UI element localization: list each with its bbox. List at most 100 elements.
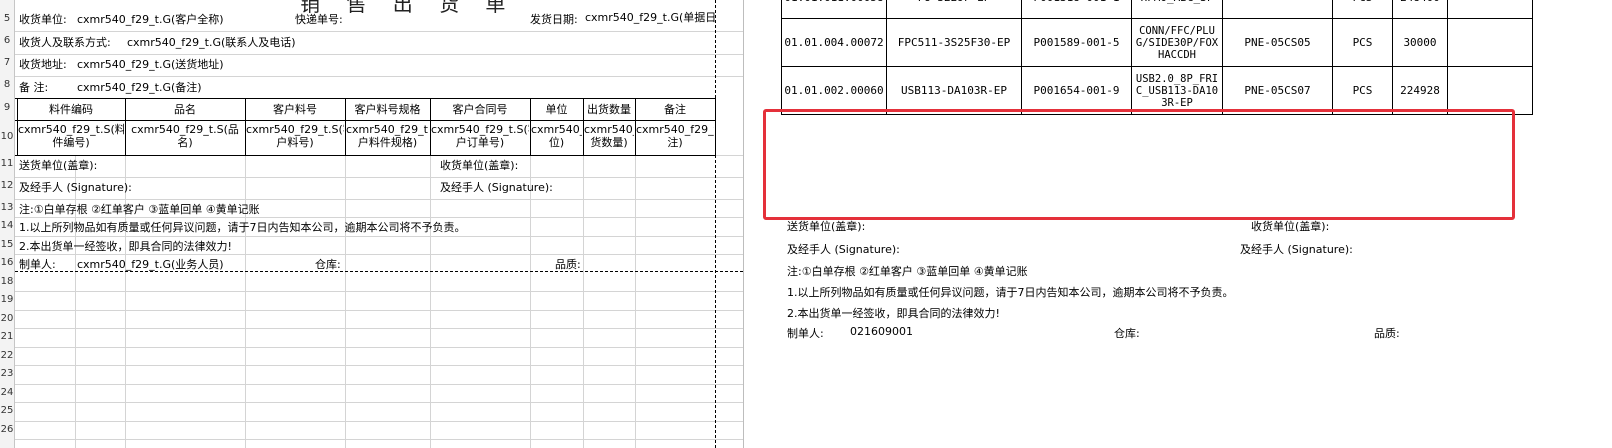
preview-cell: P001589-001-5 — [1021, 18, 1132, 67]
row-number[interactable]: 18 — [0, 276, 14, 287]
label-warehouse[interactable]: 仓库: — [315, 258, 341, 271]
row-number[interactable]: 20 — [0, 313, 14, 324]
row-headers: 5 6 7 8 9 10 11 12 13 14 15 16 18 19 20 … — [0, 0, 15, 448]
label-receiver-unit[interactable]: 收货单位: — [19, 13, 67, 26]
preview-cell: 01.01.011.00058 — [781, 0, 887, 19]
row-number[interactable]: 22 — [0, 350, 14, 361]
note-line-2[interactable]: 2.本出货单一经签收，即具合同的法律效力! — [19, 240, 232, 253]
preview-send-unit: 送货单位(盖章): — [787, 220, 866, 233]
preview-cell: CONN/FFC/PLUG/SIDE30P/FOXHACCDH — [1131, 18, 1223, 67]
cell-maker[interactable]: cxmr540_f29_t.G(业务人员) — [77, 258, 224, 271]
label-address[interactable]: 收货地址: — [19, 58, 67, 71]
preview-cell: PCS — [1332, 18, 1393, 67]
preview-cell: 224928 — [1392, 66, 1448, 115]
cell-remark[interactable]: cxmr540_f29_t.G(备注) — [77, 81, 202, 94]
row-number[interactable]: 21 — [0, 331, 14, 342]
cell-ship-date[interactable]: cxmr540_f29_t.G(单据日期) — [585, 11, 715, 24]
row-number[interactable]: 25 — [0, 405, 14, 416]
preview-cell: 30000 — [1392, 18, 1448, 67]
label-contact[interactable]: 收货人及联系方式: — [19, 36, 111, 49]
preview-line-2: 2.本出货单一经签收，即具合同的法律效力! — [787, 307, 1000, 320]
label-express-no[interactable]: 快递单号: — [295, 13, 343, 26]
cell-receiver-unit[interactable]: cxmr540_f29_t.G(客户全称) — [77, 13, 224, 26]
detail-unit[interactable]: cxmr540_f29_t.S(单位) — [531, 123, 582, 154]
detail-item-code[interactable]: cxmr540_f29_t.S(料件编号) — [18, 123, 124, 154]
header-customer-spec[interactable]: 客户料号规格 — [345, 103, 430, 116]
preview-handler-b: 及经手人 (Signature): — [1240, 243, 1353, 256]
preview-cell: USB113-DA103R-EP — [886, 66, 1022, 115]
row-number[interactable]: 26 — [0, 424, 14, 435]
note-line-1[interactable]: 1.以上所列物品如有质量或任何异议问题，请于7日内告知本公司，逾期本公司将不予负… — [19, 221, 466, 234]
header-customer-part[interactable]: 客户料号 — [245, 103, 345, 116]
preview-cell — [1222, 0, 1333, 19]
preview-cell: PCS — [1332, 0, 1393, 19]
label-maker[interactable]: 制单人: — [19, 258, 56, 271]
preview-warehouse: 仓库: — [1114, 327, 1140, 340]
detail-customer-spec[interactable]: cxmr540_f29_t.S(客户料件规格) — [346, 123, 429, 154]
note-copies[interactable]: 注:①白单存根 ②红单客户 ③蓝单回单 ④黄单记账 — [19, 203, 260, 216]
row-number[interactable]: 19 — [0, 294, 14, 305]
detail-note[interactable]: cxmr540_f29_t.S(备注) — [636, 123, 714, 154]
preview-maker-label: 制单人: — [787, 327, 824, 340]
row-number[interactable]: 6 — [0, 35, 14, 46]
row-number[interactable]: 14 — [0, 220, 14, 231]
preview-cell: P001318-001-1 — [1021, 0, 1132, 19]
header-unit[interactable]: 单位 — [530, 103, 583, 116]
label-handler-b[interactable]: 及经手人 (Signature): — [440, 181, 553, 194]
preview-cell: PNE-05CS07 — [1222, 66, 1333, 115]
label-quality[interactable]: 品质: — [555, 258, 581, 271]
row-number[interactable]: 13 — [0, 202, 14, 213]
preview-cell: HFMO_ABC_3F — [1131, 0, 1223, 19]
preview-cell — [1447, 66, 1533, 115]
preview-cell: PCS — [1332, 66, 1393, 115]
row-number[interactable]: 12 — [0, 180, 14, 191]
header-item-code[interactable]: 料件编码 — [17, 103, 125, 116]
row-number[interactable]: 15 — [0, 239, 14, 250]
detail-qty[interactable]: cxmr540_f29_t.S(出货数量) — [584, 123, 634, 154]
row-number[interactable]: 9 — [0, 102, 14, 113]
row-number[interactable]: 8 — [0, 79, 14, 90]
detail-product-name[interactable]: cxmr540_f29_t.S(品名) — [126, 123, 244, 154]
header-product-name[interactable]: 品名 — [125, 103, 245, 116]
preview-cell: FPC511-3S25F30-EP — [886, 18, 1022, 67]
cell-address[interactable]: cxmr540_f29_t.G(送货地址) — [77, 58, 224, 71]
header-qty[interactable]: 出货数量 — [583, 103, 635, 116]
preview-cell — [1447, 18, 1533, 67]
preview-line-1: 1.以上所列物品如有质量或任何异议问题，请于7日内告知本公司，逾期本公司将不予负… — [787, 286, 1234, 299]
cell-contact[interactable]: cxmr540_f29_t.G(联系人及电话) — [127, 36, 296, 49]
preview-table: 01.01.011.00058 FU-3229F-EP P001318-001-… — [781, 0, 1533, 115]
preview-cell: 01.01.002.00060 — [781, 66, 887, 115]
preview-recv-unit: 收货单位(盖章): — [1251, 220, 1330, 233]
label-sender-stamp[interactable]: 送货单位(盖章): — [19, 159, 97, 172]
label-remark[interactable]: 备 注: — [19, 81, 48, 94]
table-row: 01.01.011.00058 FU-3229F-EP P001318-001-… — [781, 0, 1533, 19]
preview-cell: 01.01.004.00072 — [781, 18, 887, 67]
preview-handler-a: 及经手人 (Signature): — [787, 243, 900, 256]
table-row: 01.01.004.00072 FPC511-3S25F30-EP P00158… — [781, 18, 1533, 67]
row-number[interactable]: 16 — [0, 257, 14, 268]
detail-contract-no[interactable]: cxmr540_f29_t.S(客户订单号) — [431, 123, 529, 154]
row-number[interactable]: 11 — [0, 158, 14, 169]
row-number[interactable]: 7 — [0, 57, 14, 68]
row-number[interactable]: 23 — [0, 368, 14, 379]
row-number[interactable]: 10 — [0, 131, 14, 142]
spreadsheet-pane[interactable]: 5 6 7 8 9 10 11 12 13 14 15 16 18 19 20 … — [0, 0, 743, 448]
row-number[interactable]: 5 — [0, 13, 14, 24]
label-receiver-stamp[interactable]: 收货单位(盖章): — [440, 159, 518, 172]
preview-cell: PNE-05CS05 — [1222, 18, 1333, 67]
highlight-box — [763, 109, 1515, 220]
row-number[interactable]: 24 — [0, 387, 14, 398]
preview-quality: 品质: — [1374, 327, 1400, 340]
detail-customer-part[interactable]: cxmr540_f29_t.S(客户料号) — [246, 123, 344, 154]
label-ship-date[interactable]: 发货日期: — [530, 13, 578, 26]
sheet-grid[interactable]: 收货单位: cxmr540_f29_t.G(客户全称) 快递单号: 发货日期: … — [15, 0, 743, 448]
preview-note: 注:①白单存根 ②红单客户 ③蓝单回单 ④黄单记账 — [787, 265, 1028, 278]
preview-maker-value: 021609001 — [850, 325, 913, 338]
header-note[interactable]: 备注 — [635, 103, 715, 116]
header-contract-no[interactable]: 客户合同号 — [430, 103, 530, 116]
preview-cell: 248400 — [1392, 0, 1448, 19]
preview-cell: FU-3229F-EP — [886, 0, 1022, 19]
label-handler-a[interactable]: 及经手人 (Signature): — [19, 181, 132, 194]
preview-cell — [1447, 0, 1533, 19]
preview-cell: USB2.0_8P_FRIC_USB113-DA103R-EP — [1131, 66, 1223, 115]
